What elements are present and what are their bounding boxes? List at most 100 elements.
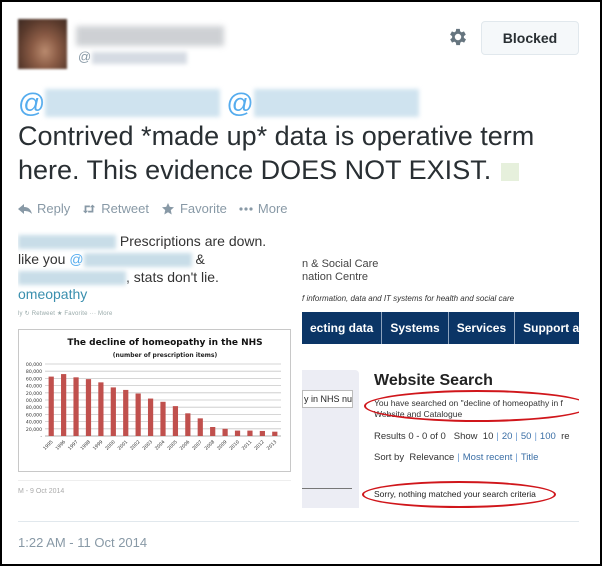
bar-1998: [85, 379, 92, 436]
embedded-line-1: Prescriptions are down.: [18, 232, 266, 250]
show-10[interactable]: 10: [483, 431, 494, 442]
nav-collecting-data[interactable]: ecting data: [302, 312, 383, 344]
bar-2011: [247, 430, 253, 436]
tweet-timestamp[interactable]: 1:22 AM - 11 Oct 2014: [18, 535, 147, 550]
show-100[interactable]: 100: [540, 431, 556, 442]
y-tick-label: 00,000: [26, 398, 42, 404]
nav-support[interactable]: Support and gu: [515, 312, 579, 344]
sort-relevance[interactable]: Relevance: [409, 452, 454, 463]
retweet-label: Retweet: [101, 201, 149, 216]
y-tick-label: 80,000: [26, 405, 42, 411]
sort-row: Sort by Relevance | Most recent | Title: [374, 452, 539, 463]
site-search-input[interactable]: y in NHS nu: [302, 390, 353, 408]
embedded-tweet-screenshot: Prescriptions are down. like you @ & , s…: [18, 228, 302, 518]
bar-2010: [234, 430, 241, 436]
nav-services[interactable]: Services: [449, 312, 516, 344]
panel-divider: [302, 488, 352, 489]
tweet-card: @ Blocked @ @ Contrived *made up* data i…: [0, 0, 602, 566]
embedded-hashtag: omeopathy: [18, 286, 88, 302]
y-tick-label: 00,000: [26, 362, 42, 368]
show-20[interactable]: 20: [502, 431, 513, 442]
tweet-text-content: Contrived *made up* data is operative te…: [18, 121, 535, 185]
author-handle[interactable]: @: [78, 49, 188, 64]
show-suffix: re: [561, 431, 570, 442]
results-row: Results 0 - 0 of 0 Show 10 | 20 | 50 | 100 re: [374, 431, 570, 442]
bar-1995: [48, 376, 54, 436]
x-tick-label: 2000: [104, 439, 117, 452]
site-nav: ecting data Systems Services Support and…: [302, 312, 579, 344]
results-count: Results 0 - 0 of 0: [374, 431, 446, 442]
bar-2000: [110, 387, 116, 436]
embedded-actions: ly ↻ Retweet ★ Favorite ··· More: [18, 311, 113, 317]
show-50[interactable]: 50: [521, 431, 532, 442]
x-tick-label: 1995: [42, 439, 55, 452]
gear-icon[interactable]: [447, 26, 469, 48]
x-tick-label: 2012: [253, 439, 266, 452]
x-tick-label: 1998: [79, 439, 92, 452]
bar-2005: [172, 406, 179, 436]
org-name-line-1: n & Social Care: [302, 258, 379, 270]
y-tick-label: 60,000: [26, 412, 42, 418]
retweet-button[interactable]: Retweet: [82, 201, 149, 216]
x-tick-label: 2009: [216, 439, 229, 452]
bar-1997: [73, 377, 79, 436]
embedded-timestamp: M - 9 Oct 2014: [18, 488, 65, 495]
handle-at: @: [78, 49, 92, 64]
x-tick-label: 2003: [141, 439, 154, 452]
site-tagline: f information, data and IT systems for h…: [302, 294, 515, 303]
bar-2009: [222, 428, 228, 436]
bar-2004: [160, 401, 166, 436]
star-icon: [161, 202, 174, 214]
y-tick-label: 60,000: [26, 376, 42, 382]
embedded-amp: &: [195, 251, 205, 267]
sort-label: Sort by: [374, 452, 405, 463]
mention-redacted-1[interactable]: [45, 89, 221, 117]
x-tick-label: 2002: [129, 439, 142, 452]
bar-2008: [210, 427, 216, 436]
more-label: More: [257, 201, 288, 216]
author-name-redacted[interactable]: [76, 26, 224, 46]
y-tick-label: -: [40, 435, 42, 440]
avatar[interactable]: [18, 19, 67, 69]
more-button[interactable]: More: [239, 201, 288, 216]
more-dots-icon: [239, 206, 253, 211]
org-name: n & Social Care nation Centre: [302, 258, 378, 284]
annotation-ellipse-2: [362, 481, 556, 508]
annotation-ellipse-1: [364, 390, 579, 422]
redacted-mention-2: [18, 271, 126, 286]
x-tick-label: 1999: [92, 439, 105, 452]
favorite-button[interactable]: Favorite: [161, 201, 227, 216]
nav-systems[interactable]: Systems: [382, 312, 449, 344]
x-tick-label: 2013: [266, 439, 279, 452]
x-tick-label: 2006: [179, 439, 192, 452]
x-tick-label: 2010: [228, 439, 241, 452]
y-tick-label: 40,000: [26, 420, 42, 426]
x-tick-label: 2011: [241, 439, 254, 452]
sort-most-recent[interactable]: Most recent: [463, 452, 513, 463]
y-tick-label: 20,000: [26, 427, 42, 433]
embedded-line-1-text: Prescriptions are down.: [119, 233, 267, 249]
bar-1999: [98, 382, 104, 436]
embedded-divider: [18, 480, 291, 481]
embedded-website-screenshot: n & Social Care nation Centre f informat…: [302, 252, 579, 510]
x-tick-label: 1997: [67, 439, 80, 452]
x-tick-label: 2005: [166, 439, 179, 452]
mention-at-2: @: [226, 87, 254, 118]
reply-button[interactable]: Reply: [18, 201, 70, 216]
x-tick-label: 2001: [117, 439, 130, 452]
bar-2013: [272, 431, 278, 436]
bar-2003: [147, 398, 154, 436]
mention-at-1: @: [18, 87, 46, 118]
redacted-handle: [18, 235, 116, 250]
bar-2006: [185, 413, 191, 436]
chart-title: The decline of homeopathy in the NHS: [67, 338, 262, 348]
mentions-line: @ @: [18, 87, 419, 119]
embedded-line-2-text: like you: [18, 251, 66, 267]
redacted-mention: [83, 253, 192, 268]
mention-redacted-2[interactable]: [253, 89, 419, 117]
sort-title[interactable]: Title: [521, 452, 539, 463]
embedded-line-3: , stats don't lie.: [18, 268, 219, 286]
reply-label: Reply: [37, 201, 71, 216]
reply-icon: [18, 203, 32, 214]
blocked-button[interactable]: Blocked: [481, 21, 579, 55]
